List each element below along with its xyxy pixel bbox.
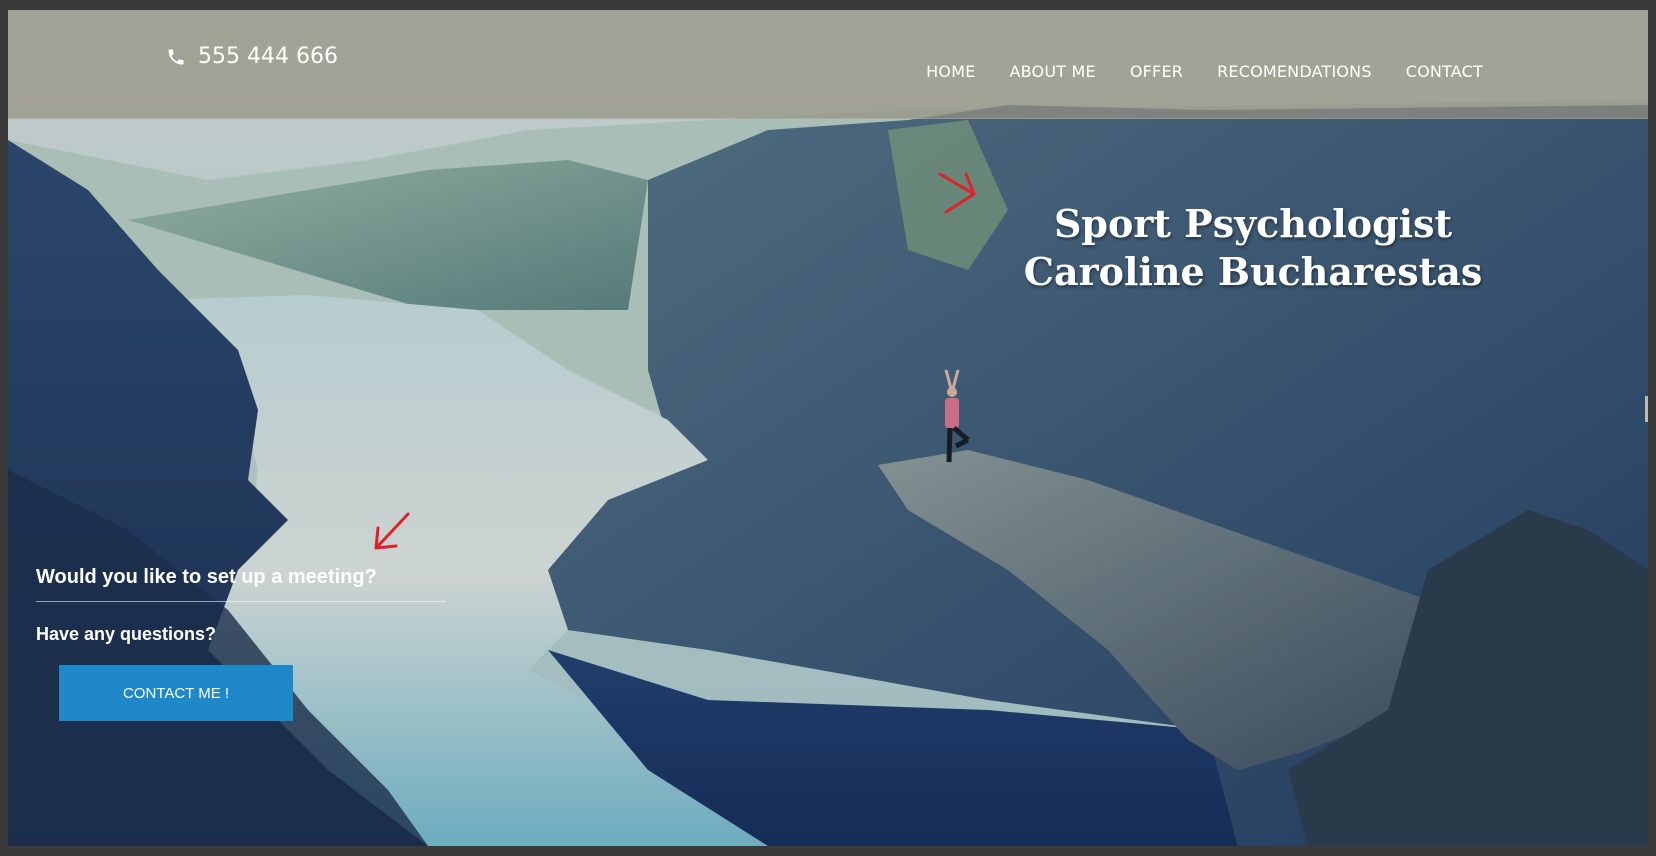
cta-divider [36, 601, 446, 602]
nav-about-me[interactable]: ABOUT ME [1010, 62, 1096, 81]
arrow-annotation-icon [374, 512, 410, 550]
main-navigation: HOME ABOUT ME OFFER RECOMENDATIONS CONTA… [926, 62, 1483, 81]
contact-me-button[interactable]: CONTACT ME ! [59, 665, 293, 721]
hero-title-line1: Sport Psychologist [1053, 201, 1453, 246]
nav-offer[interactable]: OFFER [1130, 62, 1183, 81]
scrollbar-thumb[interactable] [1645, 396, 1648, 422]
browser-viewport: 555 444 666 HOME ABOUT ME OFFER RECOMEND… [8, 10, 1648, 846]
meeting-question: Would you like to set up a meeting? [36, 566, 377, 588]
phone-icon [168, 49, 184, 64]
hero-title: Sport Psychologist Caroline Bucharestas [1008, 200, 1498, 296]
nav-home[interactable]: HOME [926, 62, 975, 81]
arrow-annotation-icon [938, 172, 976, 214]
nav-contact[interactable]: CONTACT [1406, 62, 1483, 81]
hero-title-line2: Caroline Bucharestas [1023, 249, 1483, 294]
phone-contact[interactable]: 555 444 666 [166, 44, 338, 69]
contact-cta-block: Would you like to set up a meeting? Have… [36, 566, 486, 721]
phone-number: 555 444 666 [198, 44, 338, 69]
questions-prompt: Have any questions? [36, 624, 217, 644]
nav-recommendations[interactable]: RECOMENDATIONS [1217, 62, 1372, 81]
